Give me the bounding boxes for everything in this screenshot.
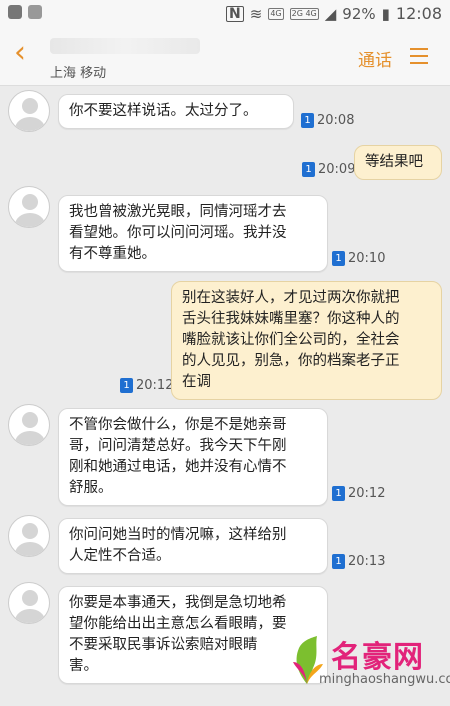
message-line: 舌头往我妹妹嘴里塞？你这种人的 xyxy=(182,311,400,327)
message-bubble-incoming[interactable]: 不管你会做什么，你是不是她亲哥 哥，问问清楚总好。我今天下午刚 刚和她通过电话，… xyxy=(58,408,328,506)
message-line: 舒服。 xyxy=(69,480,113,496)
battery-icon: ▮ xyxy=(381,4,390,23)
message-line: 你问问她当时的情况嘛，这样给别 xyxy=(69,527,287,543)
site-watermark: 名豪网 minghaoshangwu.com xyxy=(285,628,450,702)
message-time: 20:13 xyxy=(348,554,386,569)
message-line: 你要是本事通天，我倒是急切地希 xyxy=(69,595,287,611)
message-time: 20:09 xyxy=(318,162,356,177)
message-line: 害。 xyxy=(69,658,98,674)
message-meta: 1 20:13 xyxy=(332,554,385,569)
avatar[interactable] xyxy=(8,404,50,446)
avatar[interactable] xyxy=(8,582,50,624)
status-bar: N ≋ 4G 2G 4G ◢ 92% ▮ 12:08 xyxy=(0,0,450,28)
message-meta: 1 20:10 xyxy=(332,251,385,266)
message-line: 不管你会做什么，你是不是她亲哥 xyxy=(69,417,287,433)
message-text: 等结果吧 xyxy=(365,154,423,170)
sim-1-icon: 1 xyxy=(332,554,345,569)
sim-1-icon: 1 xyxy=(332,486,345,501)
message-line: 看望她。你可以问问河瑶。我并没 xyxy=(69,225,287,241)
message-line: 刚和她通过电话，她并没有心情不 xyxy=(69,459,287,475)
sim-1-icon: 1 xyxy=(332,251,345,266)
message-bubble-incoming[interactable]: 我也曾被激光晃眼，同情河瑶才去 看望她。你可以问问河瑶。我并没 有不尊重她。 xyxy=(58,195,328,272)
avatar[interactable] xyxy=(8,515,50,557)
notification-icons xyxy=(8,5,42,19)
lte2-badge: 2G 4G xyxy=(289,7,319,20)
message-meta: 1 20:08 xyxy=(301,113,354,128)
clock: 12:08 xyxy=(395,4,442,23)
notification-icon xyxy=(8,5,22,19)
message-bubble-incoming[interactable]: 你问问她当时的情况嘛，这样给别 人定性不合适。 xyxy=(58,518,328,574)
lte-badge: 4G xyxy=(268,7,284,20)
message-meta: 1 20:12 xyxy=(120,378,173,393)
message-line: 不要采取民事诉讼索赔对眼睛 xyxy=(69,637,258,653)
message-line: 在调 xyxy=(182,374,211,390)
message-time: 20:12 xyxy=(348,486,386,501)
watermark-url: minghaoshangwu.com xyxy=(319,672,450,687)
message-time: 20:08 xyxy=(317,113,355,128)
message-time: 20:12 xyxy=(136,378,174,393)
sim-1-icon: 1 xyxy=(120,378,133,393)
message-bubble-incoming[interactable]: 你不要这样说话。太过分了。 xyxy=(58,94,294,129)
wifi-icon: ≋ xyxy=(249,4,263,23)
sim-1-icon: 1 xyxy=(302,162,315,177)
message-line: 人定性不合适。 xyxy=(69,548,171,564)
message-meta: 1 20:12 xyxy=(332,486,385,501)
sim-1-icon: 1 xyxy=(301,113,314,128)
message-line: 的人见见，别急，你的档案老子正 xyxy=(182,353,400,369)
watermark-name: 名豪网 xyxy=(331,640,424,675)
message-bubble-outgoing[interactable]: 等结果吧 xyxy=(354,145,442,180)
message-text: 你不要这样说话。太过分了。 xyxy=(69,103,258,119)
signal-icon: ◢ xyxy=(324,4,337,23)
contact-name-redacted xyxy=(50,38,200,54)
message-bubble-outgoing[interactable]: 别在这装好人，才见过两次你就把 舌头往我妹妹嘴里塞？你这种人的 嘴脸就该让你们全… xyxy=(171,281,442,400)
message-time: 20:10 xyxy=(348,251,386,266)
avatar[interactable] xyxy=(8,186,50,228)
call-button[interactable]: 通话 xyxy=(358,46,392,71)
chevron-left-icon[interactable]: ‹ xyxy=(14,38,26,68)
message-line: 望你能给出出主意怎么看眼睛，要 xyxy=(69,616,287,632)
message-line: 我也曾被激光晃眼，同情河瑶才去 xyxy=(69,204,287,220)
battery-level: 92% xyxy=(342,4,376,23)
message-line: 嘴脸就该让你们全公司的，全社会 xyxy=(182,332,400,348)
message-line: 别在这装好人，才见过两次你就把 xyxy=(182,290,400,306)
nfc-icon: N xyxy=(226,5,244,22)
hamburger-menu-icon[interactable] xyxy=(410,48,428,64)
avatar[interactable] xyxy=(8,90,50,132)
conversation-header: ‹ 上海 移动 通话 xyxy=(0,28,450,86)
contact-carrier: 上海 移动 xyxy=(50,66,107,81)
notification-icon xyxy=(28,5,42,19)
message-line: 有不尊重她。 xyxy=(69,246,156,262)
message-meta: 1 20:09 xyxy=(302,162,355,177)
status-icons: N ≋ 4G 2G 4G ◢ 92% ▮ 12:08 xyxy=(226,4,442,23)
message-line: 哥，问问清楚总好。我今天下午刚 xyxy=(69,438,287,454)
